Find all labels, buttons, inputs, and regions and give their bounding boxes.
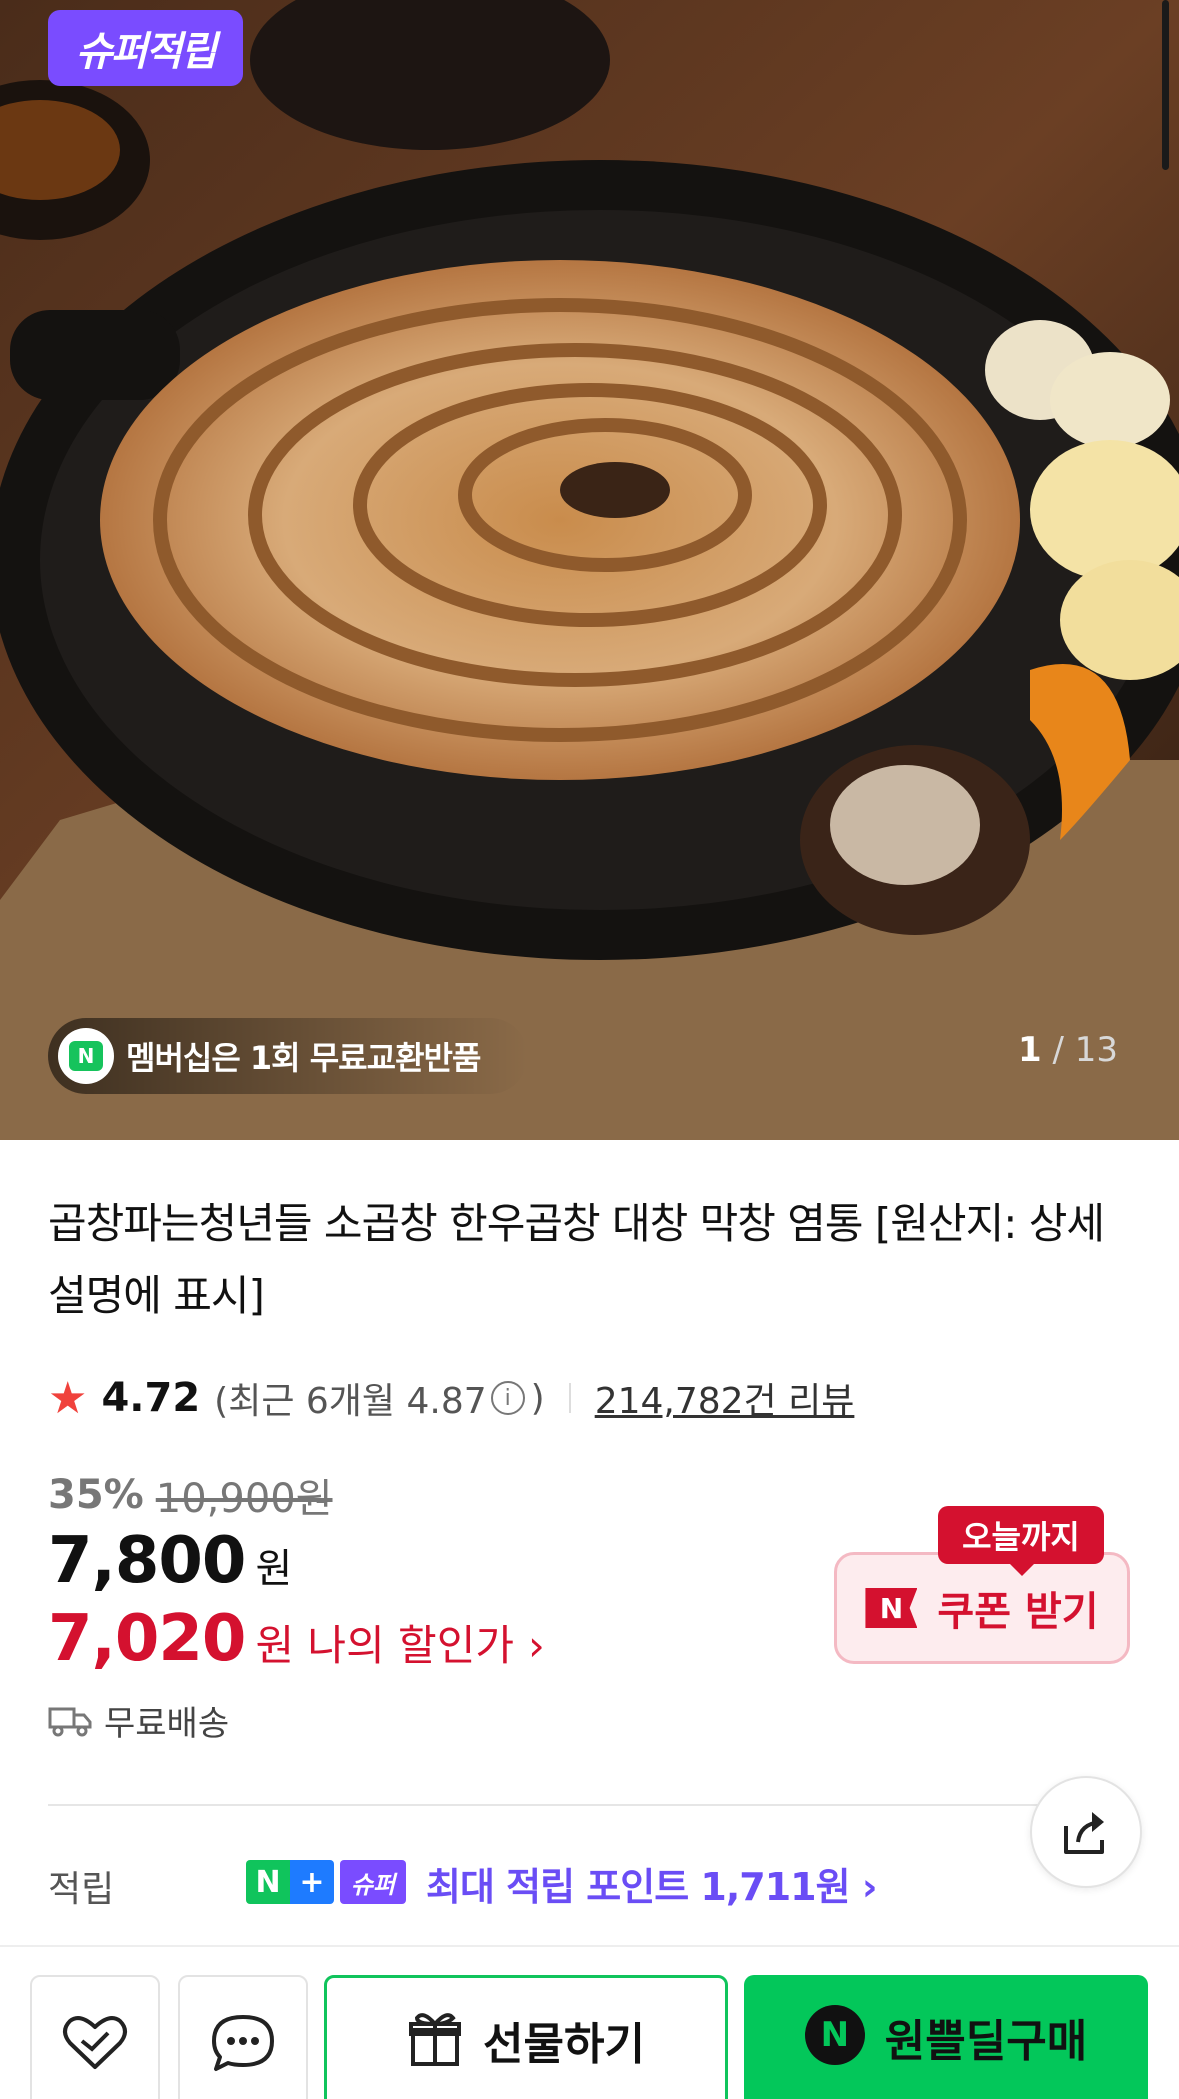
image-page-counter: 1 / 13 — [1018, 1030, 1118, 1070]
gift-button[interactable]: 선물하기 — [324, 1975, 728, 2099]
shipping-info: 무료배송 — [48, 1696, 229, 1745]
coupon-deadline-tag: 오늘까지 — [938, 1506, 1104, 1576]
coupon-n-icon: N — [865, 1588, 918, 1628]
gift-label: 선물하기 — [483, 2019, 645, 2070]
section-divider — [48, 1804, 1130, 1806]
chevron-right-icon: › — [861, 1865, 878, 1909]
star-icon: ★ — [48, 1372, 88, 1424]
rating-row: ★ 4.72 (최근 6개월 4.87 i ) 214,782건 리뷰 — [48, 1370, 854, 1426]
buy-label: 원쁠딜구매 — [884, 2016, 1088, 2067]
heart-check-icon — [63, 2016, 127, 2069]
n-delivery-icon: N — [58, 1028, 114, 1084]
my-price-value: 7,020 — [48, 1602, 246, 1676]
max-points-text: 최대 적립 포인트 1,711원 — [426, 1865, 851, 1909]
naver-n-badge: N — [246, 1860, 290, 1904]
shipping-text: 무료배송 — [104, 1704, 230, 1744]
info-icon[interactable]: i — [490, 1381, 525, 1415]
my-discount-price-link[interactable]: 7,020 원 나의 할인가 › — [48, 1602, 545, 1676]
discount-row: 35% 10,900원 — [48, 1466, 333, 1524]
page-current: 1 — [1018, 1030, 1042, 1070]
gift-icon — [409, 2013, 462, 2066]
max-points-link[interactable]: 최대 적립 포인트 1,711원 › — [426, 1856, 878, 1911]
my-price-label: 원 나의 할인가 — [255, 1621, 514, 1670]
points-label: 적립 — [48, 1869, 115, 1910]
naver-n-icon: N — [804, 2005, 865, 2065]
original-price: 10,900원 — [155, 1476, 333, 1522]
chevron-right-icon: › — [527, 1621, 545, 1670]
sale-price-unit: 원 — [255, 1546, 293, 1592]
buy-button[interactable]: N 원쁠딜구매 — [744, 1975, 1148, 2099]
truck-icon — [48, 1707, 92, 1736]
points-badges: N + 슈퍼 — [246, 1860, 406, 1904]
product-image[interactable]: 슈퍼적립 N 멤버십은 1회 무료교환반품 1 / 13 — [0, 0, 1179, 1140]
plus-badge: + — [290, 1860, 334, 1904]
coupon-button-label: 쿠폰 받기 — [937, 1589, 1099, 1635]
sale-price: 7,800 원 — [48, 1524, 292, 1598]
chat-bubble-icon — [212, 2015, 274, 2071]
review-count-link[interactable]: 214,782건 리뷰 — [595, 1372, 855, 1424]
super-badge: 슈퍼 — [340, 1860, 406, 1904]
share-button[interactable] — [1030, 1776, 1142, 1888]
discount-percent: 35% — [48, 1472, 144, 1518]
wishlist-button[interactable] — [30, 1975, 160, 2099]
scroll-indicator — [1162, 0, 1169, 170]
grilled-gopchang-photo — [0, 0, 1179, 1140]
recent-rating-close: ) — [530, 1377, 545, 1419]
coupon-button[interactable]: N 쿠폰 받기 — [834, 1552, 1130, 1664]
recent-rating: (최근 6개월 4.87 — [214, 1381, 487, 1422]
rating-score: 4.72 — [101, 1375, 201, 1421]
bottom-action-bar: 선물하기 N 원쁠딜구매 — [0, 1945, 1179, 2099]
sale-price-value: 7,800 — [48, 1524, 246, 1598]
super-points-badge: 슈퍼적립 — [48, 10, 243, 86]
chat-button[interactable] — [178, 1975, 308, 2099]
share-icon — [1064, 1812, 1104, 1854]
membership-banner[interactable]: N 멤버십은 1회 무료교환반품 — [48, 1018, 529, 1094]
product-title: 곱창파는청년들 소곱창 한우곱창 대창 막창 염통 [원산지: 상세설명에 표시… — [48, 1199, 1105, 1320]
page-total: / 13 — [1052, 1030, 1119, 1070]
membership-text: 멤버십은 1회 무료교환반품 — [126, 1039, 481, 1077]
divider — [568, 1383, 571, 1413]
